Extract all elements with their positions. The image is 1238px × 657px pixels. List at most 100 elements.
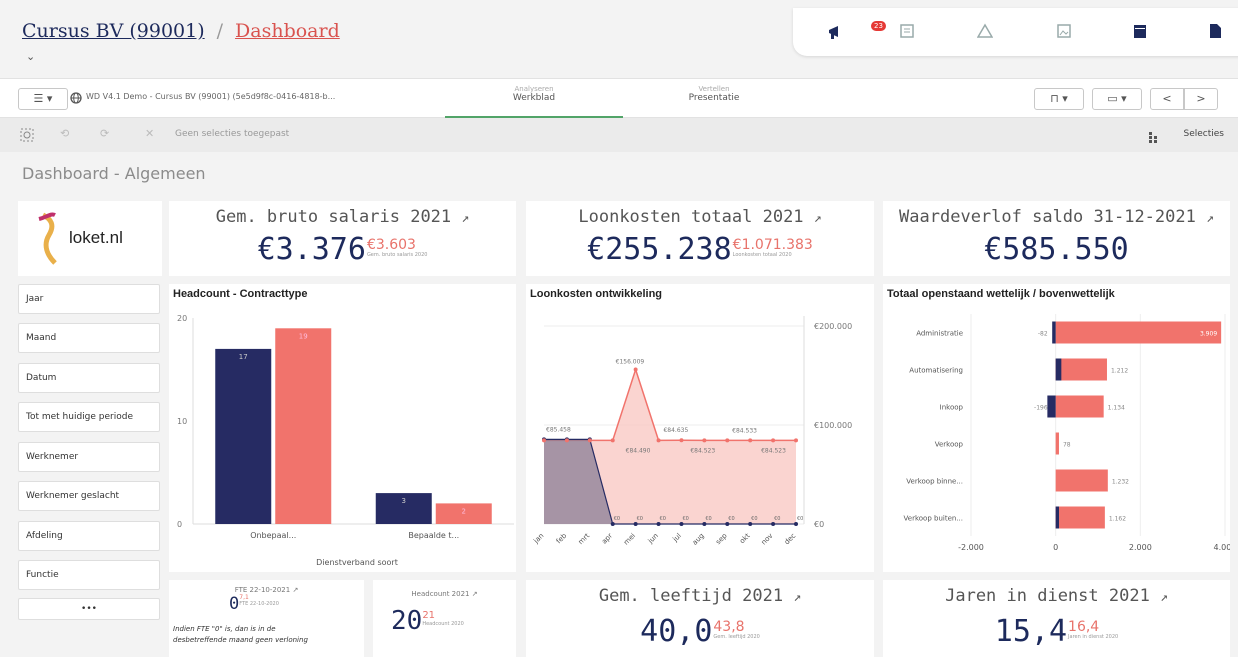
x-tick-label: sep	[714, 531, 729, 546]
chevron-down-icon[interactable]: ⌄	[26, 50, 35, 63]
external-link-icon[interactable]: ↗	[1160, 590, 1168, 605]
kpi-service-title: Jaren in dienst 2021	[945, 586, 1150, 606]
smart-search-icon[interactable]	[20, 128, 34, 142]
kpi-leave-panel[interactable]: Waardeverlof saldo 31-12-2021 ↗ €585.550	[883, 201, 1230, 276]
bar-value-label: 19	[299, 332, 308, 340]
x-tick-label: nov	[760, 532, 775, 547]
filter-werknemer[interactable]: Werknemer	[18, 442, 160, 472]
external-link-icon[interactable]: ↗	[472, 590, 478, 598]
external-link-icon[interactable]: ↗	[793, 590, 801, 605]
x-tick-label: aug	[691, 532, 706, 547]
kpi-costs-panel[interactable]: Loonkosten totaal 2021 ↗ €255.238 €1.071.…	[526, 201, 874, 276]
point-series-2	[542, 438, 546, 443]
kpi-age-title: Gem. leeftijd 2021	[598, 586, 784, 606]
document-icon[interactable]	[899, 23, 919, 41]
menu-button[interactable]: ☰ ▾	[18, 88, 68, 110]
tab-presentatie[interactable]: Vertellen Presentatie	[625, 83, 803, 118]
breadcrumb-company-link[interactable]: Cursus BV (99001)	[22, 20, 205, 42]
filter-datum[interactable]: Datum	[18, 363, 160, 393]
kpi-service-value: 15,4	[994, 614, 1068, 649]
tab-werkblad[interactable]: Analyseren Werkblad	[445, 83, 623, 118]
app-name[interactable]: WD V4.1 Demo - Cursus BV (99001) (5e5d9f…	[86, 92, 335, 101]
data-label-zero: €0	[682, 516, 688, 522]
filter-functie[interactable]: Functie	[18, 560, 160, 590]
x-tick-label: feb	[555, 531, 569, 545]
point-series-1	[656, 522, 661, 526]
notification-badge: 23	[871, 21, 886, 31]
kpi-age-panel[interactable]: Gem. leeftijd 2021 ↗ 40,0 43,8 Gem. leefti…	[526, 580, 874, 657]
previous-sheet-button[interactable]: <	[1150, 88, 1184, 110]
headcount-x-axis-label: Dienstverband soort	[316, 558, 398, 567]
costs-chart: €0 €100.000 €200.000 €85.458 €156.009 €84.490…	[532, 316, 852, 547]
loket-logo-icon	[38, 212, 57, 265]
leave-chart: -2.000 0 2.000 4.000 Administratie 3.909 -82 Au…	[904, 314, 1230, 552]
kpi-costs-compare-value: €1.071.383	[732, 237, 813, 253]
point-series-2	[748, 438, 753, 443]
breadcrumb: Cursus BV (99001) / Dashboard	[22, 20, 340, 42]
filter-jaar[interactable]: Jaar	[18, 284, 160, 314]
external-link-icon[interactable]: ↗	[461, 211, 469, 226]
file-icon[interactable]	[1207, 23, 1227, 41]
clear-selections-icon[interactable]: ✕	[145, 127, 154, 140]
breadcrumb-separator: /	[216, 20, 224, 42]
warning-icon[interactable]	[976, 23, 997, 41]
y-tick-label: 10	[177, 417, 187, 426]
x-tick-label: dec	[783, 532, 798, 547]
kpi-age-compare-value: 43,8	[713, 619, 745, 635]
y-tick-label: Verkoop binne...	[906, 478, 963, 486]
headcount-kpi-panel[interactable]: Headcount 2021 ↗ 20 21 Headcount 2020	[373, 580, 516, 657]
point-series-2	[656, 438, 661, 443]
breadcrumb-page-link[interactable]: Dashboard	[235, 20, 340, 42]
y-tick-label: €0	[814, 520, 824, 529]
data-label-zero: €0	[637, 516, 643, 522]
selections-icon[interactable]	[1148, 128, 1160, 147]
data-label-zero: €0	[751, 516, 757, 522]
y-tick-label: 20	[177, 314, 187, 323]
bar-value-label: 1.134	[1108, 405, 1125, 412]
sheet-title: Dashboard - Algemeen	[22, 164, 206, 183]
bar	[1047, 395, 1056, 418]
kpi-service-panel[interactable]: Jaren in dienst 2021 ↗ 15,4 16,4 Jaren in …	[883, 580, 1230, 657]
bar-value-label: -82	[1038, 331, 1048, 338]
top-bar: Cursus BV (99001) / Dashboard ⌄ 23	[0, 0, 1238, 78]
kpi-salary-panel[interactable]: Gem. bruto salaris 2021 ↗ €3.376 €3.603 Ge…	[169, 201, 516, 276]
top-icon-panel: 23	[793, 8, 1238, 56]
megaphone-icon[interactable]: 23	[827, 21, 886, 41]
sheet-button[interactable]: ▭ ▾	[1092, 88, 1142, 110]
y-tick-label: Verkoop	[935, 441, 964, 449]
fte-panel[interactable]: FTE 22-10-2021 ↗ 0 7,1 FTE 22-10-2020 Indi…	[169, 580, 364, 657]
bar	[1055, 469, 1108, 492]
filter-tot-met-huidige-periode[interactable]: Tot met huidige periode	[18, 402, 160, 432]
kpi-age-value: 40,0	[640, 614, 713, 649]
selections-bar: ⟲ ⟳ ✕ Geen selecties toegepast Selecties	[0, 118, 1238, 152]
selections-button[interactable]: Selecties	[1184, 129, 1225, 139]
data-label-zero: €0	[660, 516, 666, 522]
leave-chart-panel[interactable]: Totaal openstaand wettelijk / bovenwette…	[883, 284, 1230, 572]
fte-title: FTE 22-10-2021	[234, 586, 291, 594]
external-link-icon[interactable]: ↗	[292, 586, 298, 594]
kpi-service-compare-value: 16,4	[1068, 619, 1100, 635]
point-series-1	[702, 522, 707, 526]
headcount-chart-panel[interactable]: Headcount - Contracttype 0 10 20 17 19 Onbepa…	[169, 284, 516, 572]
bookmark-button[interactable]: ⊓ ▾	[1034, 88, 1084, 110]
point-series-1	[794, 522, 798, 526]
headcount-kpi-title: Headcount 2021	[411, 590, 470, 598]
costs-chart-panel[interactable]: Loonkosten ontwikkeling €0 €100.000 €200.0…	[526, 284, 874, 572]
filter-afdeling[interactable]: Afdeling	[18, 521, 160, 551]
external-link-icon[interactable]: ↗	[1206, 211, 1214, 226]
kpi-salary-compare-value: €3.603	[366, 237, 416, 253]
step-forward-icon[interactable]: ⟳	[100, 127, 109, 140]
external-link-icon[interactable]: ↗	[814, 211, 822, 226]
more-filters-button[interactable]: •••	[18, 598, 160, 620]
image-icon[interactable]	[1056, 23, 1076, 41]
calendar-icon[interactable]	[1132, 23, 1152, 41]
filter-maand[interactable]: Maand	[18, 323, 160, 353]
filter-werknemer-geslacht[interactable]: Werknemer geslacht	[18, 481, 160, 511]
headcount-kpi-compare-value: 21	[422, 610, 436, 621]
kpi-salary-value: €3.376	[257, 232, 366, 267]
tab-werkblad-sublabel: Analyseren	[514, 85, 554, 93]
step-back-icon[interactable]: ⟲	[60, 127, 69, 140]
x-tick-label: mei	[622, 532, 637, 547]
point-series-1	[679, 522, 684, 526]
next-sheet-button[interactable]: >	[1184, 88, 1218, 110]
